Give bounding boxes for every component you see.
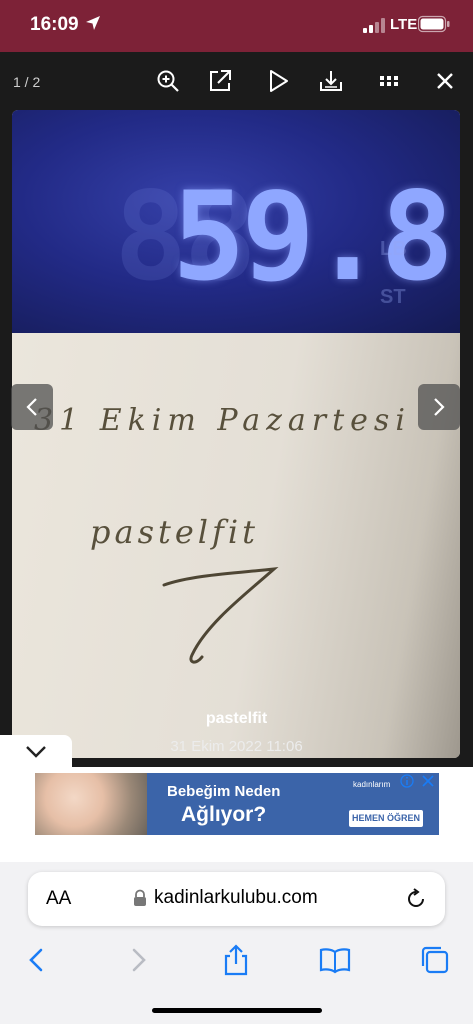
image-counter: 1 / 2 [13, 74, 41, 90]
unit-st-label: ST [380, 286, 406, 308]
reader-options-button[interactable]: AA [46, 888, 71, 910]
handwritten-date: 31 Ekim Pazartesi [34, 403, 411, 438]
caption-title: pastelfit [205, 710, 268, 727]
ad-info-icon[interactable] [400, 774, 414, 788]
share-icon[interactable] [218, 942, 254, 978]
url-text: kadinlarkulubu.com [154, 887, 318, 908]
scale-display: 88 59.8 LB ST KG [12, 110, 460, 367]
zoom-in-icon[interactable] [155, 68, 181, 94]
play-icon[interactable] [265, 68, 291, 94]
status-time: 16:09 [30, 14, 79, 35]
signal-bars-icon [363, 17, 389, 33]
close-icon[interactable] [432, 68, 458, 94]
address-bar[interactable]: AA kadinlarkulubu.com [28, 872, 445, 926]
location-arrow-icon [84, 14, 102, 32]
back-arrow-icon[interactable] [19, 942, 55, 978]
status-bar: 16:09 LTE [0, 0, 473, 52]
collapse-ad-button[interactable] [0, 735, 72, 771]
ad-cta-button[interactable]: HEMEN ÖĞREN [349, 810, 423, 827]
download-icon[interactable] [318, 68, 344, 94]
grid-icon[interactable] [376, 68, 402, 94]
handwritten-note: 31 Ekim Pazartesi pastelfit [12, 333, 460, 758]
ad-close-icon[interactable] [420, 773, 436, 789]
ad-banner[interactable]: Bebeğim Neden Ağlıyor? kadınlarım HEMEN … [35, 773, 439, 835]
battery-icon [417, 15, 450, 33]
scale-reading: 59.8 [172, 166, 454, 308]
handwritten-name: pastelfit [90, 513, 259, 551]
home-indicator [152, 1008, 322, 1013]
scale-photo: 88 59.8 LB ST KG 31 Ekim Pazartesi paste… [12, 110, 460, 758]
bookmarks-icon[interactable] [317, 942, 353, 978]
previous-image-button[interactable] [11, 384, 53, 430]
next-image-button[interactable] [418, 384, 460, 430]
ad-headline-2: Ağlıyor? [181, 803, 267, 826]
forward-arrow-icon[interactable] [120, 942, 156, 978]
reload-icon[interactable] [404, 887, 428, 911]
unit-lb-label: LB [380, 238, 407, 260]
lock-icon [132, 889, 148, 907]
tabs-icon[interactable] [417, 942, 453, 978]
image-viewer: 1 / 2 88 59.8 LB ST 31 Ekim Pazartesi pa… [0, 52, 473, 772]
open-external-icon[interactable] [207, 68, 233, 94]
ad-baby-photo [35, 773, 147, 835]
viewer-toolbar: 1 / 2 [0, 52, 473, 112]
signature-mark [162, 563, 282, 673]
ad-headline-1: Bebeğim Neden [167, 783, 281, 800]
ad-brand-logo: kadınlarım [353, 780, 391, 789]
safari-toolbar: AA kadinlarkulubu.com [0, 862, 473, 1024]
network-label: LTE [390, 16, 418, 33]
